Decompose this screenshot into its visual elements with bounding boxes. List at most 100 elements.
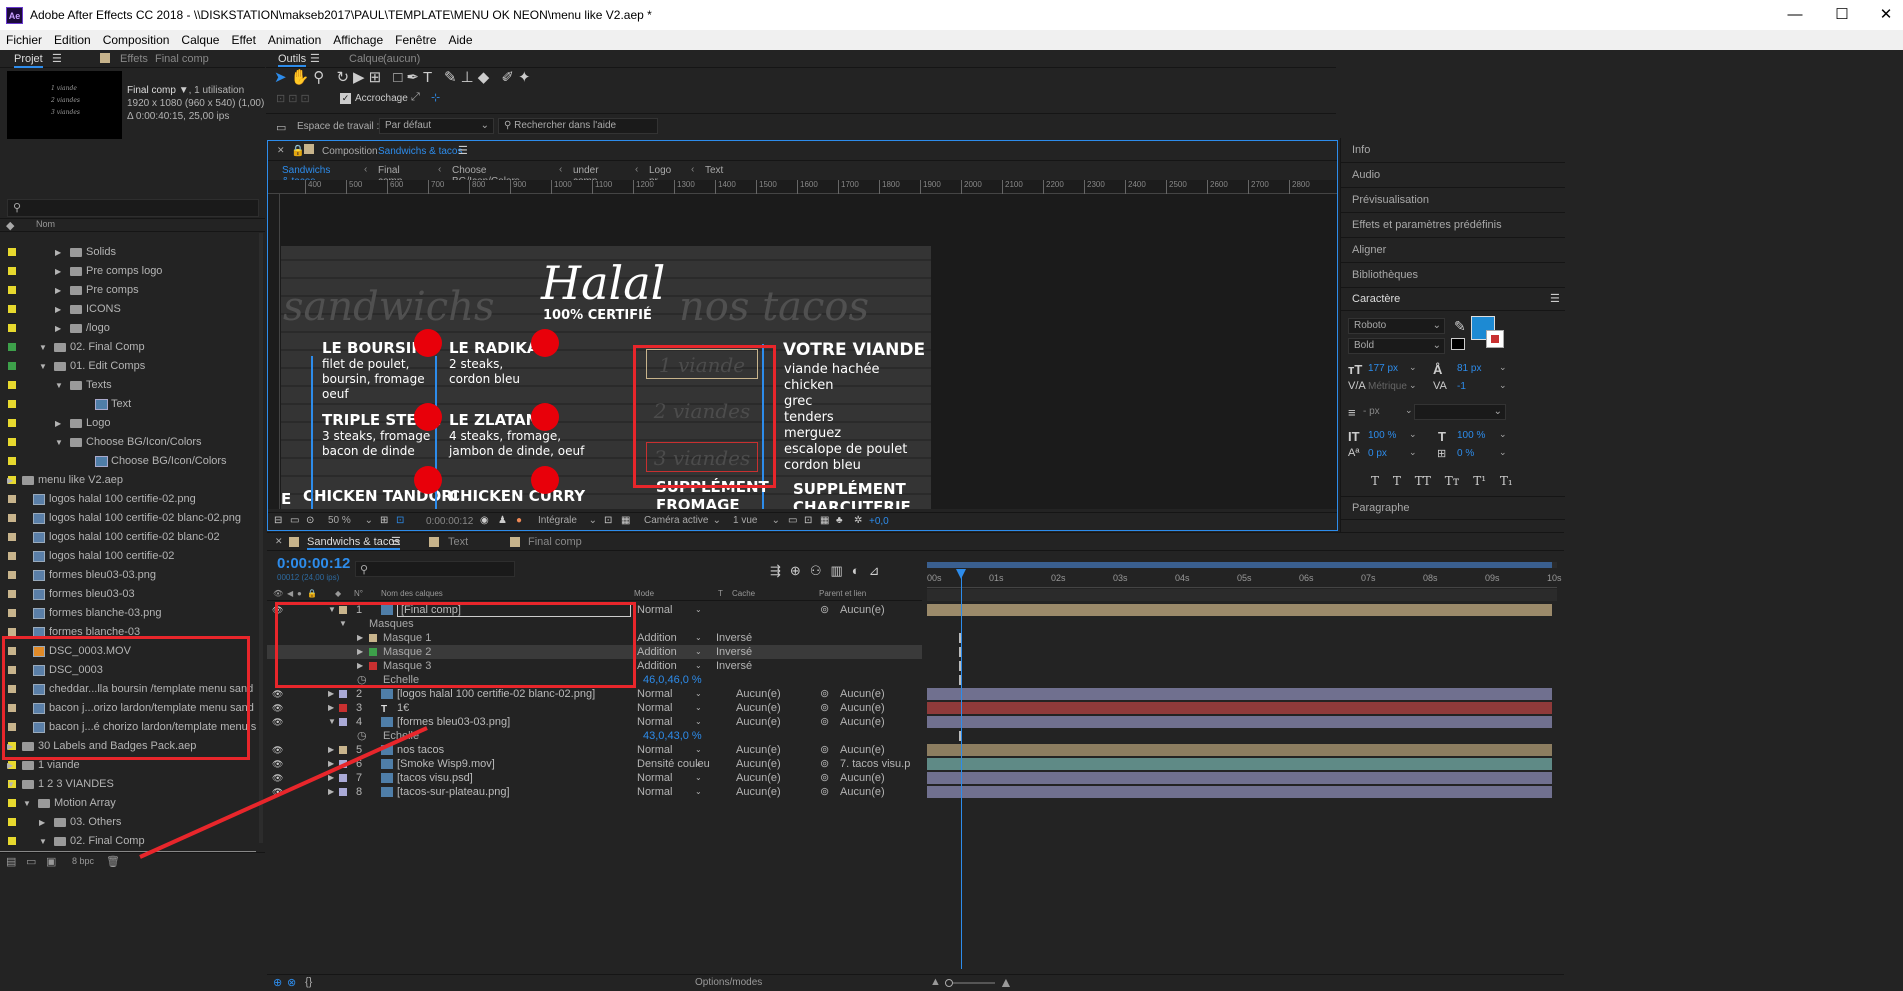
layer-label-swatch[interactable]	[339, 774, 347, 782]
options-modes-toggle[interactable]: Options/modes	[695, 977, 762, 988]
expand-right-icon[interactable]: ▶	[328, 757, 334, 771]
layer-label-swatch[interactable]	[339, 788, 347, 796]
tools-menu-icon[interactable]: ☰	[310, 52, 320, 65]
project-item[interactable]: logos halal 100 certifie-02 blanc-02	[0, 528, 256, 547]
toggle-modes-icon[interactable]: ⊗	[287, 976, 296, 989]
help-search-input[interactable]: ⚲ Rechercher dans l'aide	[498, 118, 658, 134]
vertical-scale-value[interactable]: 100 %	[1368, 430, 1396, 441]
parent-select[interactable]: Aucun(e)	[840, 701, 885, 715]
label-color-swatch[interactable]	[8, 248, 16, 256]
layer-name[interactable]: [tacos visu.psd]	[397, 771, 473, 785]
close-timeline-icon[interactable]: ✕	[275, 536, 283, 547]
visibility-eye-icon[interactable]: 👁	[272, 701, 283, 715]
faux-italic-button[interactable]: T	[1393, 474, 1401, 488]
pick-whip-icon[interactable]: ⊚	[820, 771, 829, 785]
label-color-swatch[interactable]	[8, 362, 16, 370]
label-color-swatch[interactable]	[8, 533, 16, 541]
character-menu-icon[interactable]: ☰	[1550, 292, 1560, 305]
project-item[interactable]: ▼ Choose BG/Icon/Colors	[0, 433, 256, 452]
channel-icon[interactable]: ●	[516, 515, 522, 526]
parent-select[interactable]: Aucun(e)	[840, 771, 885, 785]
layer-duration-bar[interactable]	[927, 758, 1552, 770]
label-color-swatch[interactable]	[8, 799, 16, 807]
breadcrumb-item[interactable]: Text	[705, 165, 723, 176]
layer-name[interactable]: [tacos-sur-plateau.png]	[397, 785, 510, 799]
comp-marker-icon[interactable]: ⇶	[770, 563, 790, 578]
column-name[interactable]: Nom	[36, 219, 55, 229]
label-color-swatch[interactable]	[8, 286, 16, 294]
timeline-current-time[interactable]: 0:00:00:12	[277, 555, 350, 572]
monitor-icon[interactable]: ▭	[290, 515, 299, 526]
work-area-bar[interactable]	[927, 562, 1557, 568]
track-matte-select[interactable]: Aucun(e)	[736, 701, 781, 715]
label-color-swatch[interactable]	[8, 628, 16, 636]
layer-duration-bar[interactable]	[927, 702, 1552, 714]
project-item[interactable]: ▶ ICONS	[0, 300, 256, 319]
expand-right-icon[interactable]: ▶	[328, 701, 334, 715]
comp-viewer[interactable]: Halal 100% CERTIFIÉ sandwichs nos tacos …	[280, 194, 1337, 509]
property-value[interactable]: 46,0,46,0 %	[643, 673, 702, 687]
tab-final-comp[interactable]: Final comp	[528, 536, 582, 548]
timeline-search-input[interactable]: ⚲	[355, 561, 515, 577]
blend-mode-select[interactable]: Addition	[637, 659, 677, 673]
project-item[interactable]: ▼ Motion Array	[0, 794, 256, 813]
pick-whip-icon[interactable]: ⊚	[820, 701, 829, 715]
faux-bold-button[interactable]: T	[1371, 474, 1379, 488]
horizontal-scale-value[interactable]: 100 %	[1457, 430, 1485, 441]
timeline-menu-icon[interactable]: ☰	[391, 535, 401, 548]
mask-inverted-toggle[interactable]: Inversé	[716, 659, 752, 673]
project-item[interactable]: ▶ Logo	[0, 414, 256, 433]
expand-down-icon[interactable]: ▼	[7, 775, 15, 794]
minimize-button[interactable]: —	[1775, 3, 1815, 27]
roi-icon[interactable]: ⊡	[604, 515, 612, 526]
maximize-button[interactable]: ☐	[1822, 3, 1862, 27]
project-item[interactable]: ▼ 1 2 3 VIANDES	[0, 775, 256, 794]
tsume-value[interactable]: 0 %	[1457, 448, 1474, 459]
layer-row[interactable]: 👁 ▶ 5 nos tacos Normal ⌄ Aucun(e) ⊚ Aucun(e)	[267, 743, 922, 757]
project-item[interactable]: Text	[0, 395, 256, 414]
expand-down-icon[interactable]: ▼	[39, 832, 47, 851]
parent-select[interactable]: Aucun(e)	[840, 603, 885, 617]
eyedropper-icon[interactable]: ✎	[1454, 318, 1466, 335]
right-panel-item[interactable]: Bibliothèques	[1341, 263, 1565, 288]
project-item[interactable]: formes bleu03-03	[0, 585, 256, 604]
layer-name[interactable]: [Smoke Wisp9.mov]	[397, 757, 495, 771]
layer-duration-bar[interactable]	[927, 716, 1552, 728]
pen-tool-icon[interactable]: ✒	[406, 69, 423, 86]
tab-tools[interactable]: Outils	[278, 53, 307, 67]
right-panel-item[interactable]: Effets et paramètres prédéfinis	[1341, 213, 1565, 238]
label-color-swatch[interactable]	[8, 571, 16, 579]
expand-down-icon[interactable]: ▼	[328, 715, 336, 729]
expand-right-icon[interactable]: ▶	[55, 414, 61, 433]
layer-row[interactable]: 👁 ▶ 2 [logos halal 100 certifie-02 blanc-02…	[267, 687, 922, 701]
project-item[interactable]: ▶ Solids	[0, 243, 256, 262]
parent-select[interactable]: 7. tacos visu.p	[840, 757, 910, 771]
mask-inverted-toggle[interactable]: Inversé	[716, 645, 752, 659]
label-color-swatch[interactable]	[8, 305, 16, 313]
right-panel-item[interactable]: Info	[1341, 138, 1565, 163]
expand-right-icon[interactable]: ▶	[328, 771, 334, 785]
blend-mode-select[interactable]: Normal	[637, 785, 672, 799]
label-color-swatch[interactable]	[8, 343, 16, 351]
project-item[interactable]: ▼ 01. Edit Comps	[0, 357, 256, 376]
toggle-switches-icon[interactable]: ⊕	[273, 976, 282, 989]
layer-label-swatch[interactable]	[339, 746, 347, 754]
tab-sandwichs-tacos-timeline[interactable]: Sandwichs & tacos	[307, 536, 400, 550]
parent-select[interactable]: Aucun(e)	[840, 785, 885, 799]
pick-whip-icon[interactable]: ⊚	[820, 715, 829, 729]
pan-behind-tool-icon[interactable]: ⊞	[369, 69, 386, 86]
trash-icon[interactable]: 🗑	[106, 855, 120, 868]
stroke-width-value[interactable]: - px	[1363, 406, 1380, 417]
brush-tool-icon[interactable]: ✎	[444, 69, 461, 86]
menu-8[interactable]: Aide	[442, 30, 478, 47]
track-matte-select[interactable]: Aucun(e)	[736, 715, 781, 729]
visibility-eye-icon[interactable]: 👁	[272, 785, 283, 799]
layer-duration-bar[interactable]	[927, 688, 1552, 700]
small-caps-button[interactable]: Tт	[1445, 474, 1460, 488]
expand-down-icon[interactable]: ▼	[39, 357, 47, 376]
project-search-input[interactable]: ⚲	[7, 199, 259, 217]
layer-row[interactable]: ◷ Echelle 43,0,43,0 %	[267, 729, 922, 743]
track-matte-select[interactable]: Aucun(e)	[736, 785, 781, 799]
layer-name[interactable]: nos tacos	[397, 743, 444, 757]
label-color-swatch[interactable]	[8, 381, 16, 389]
